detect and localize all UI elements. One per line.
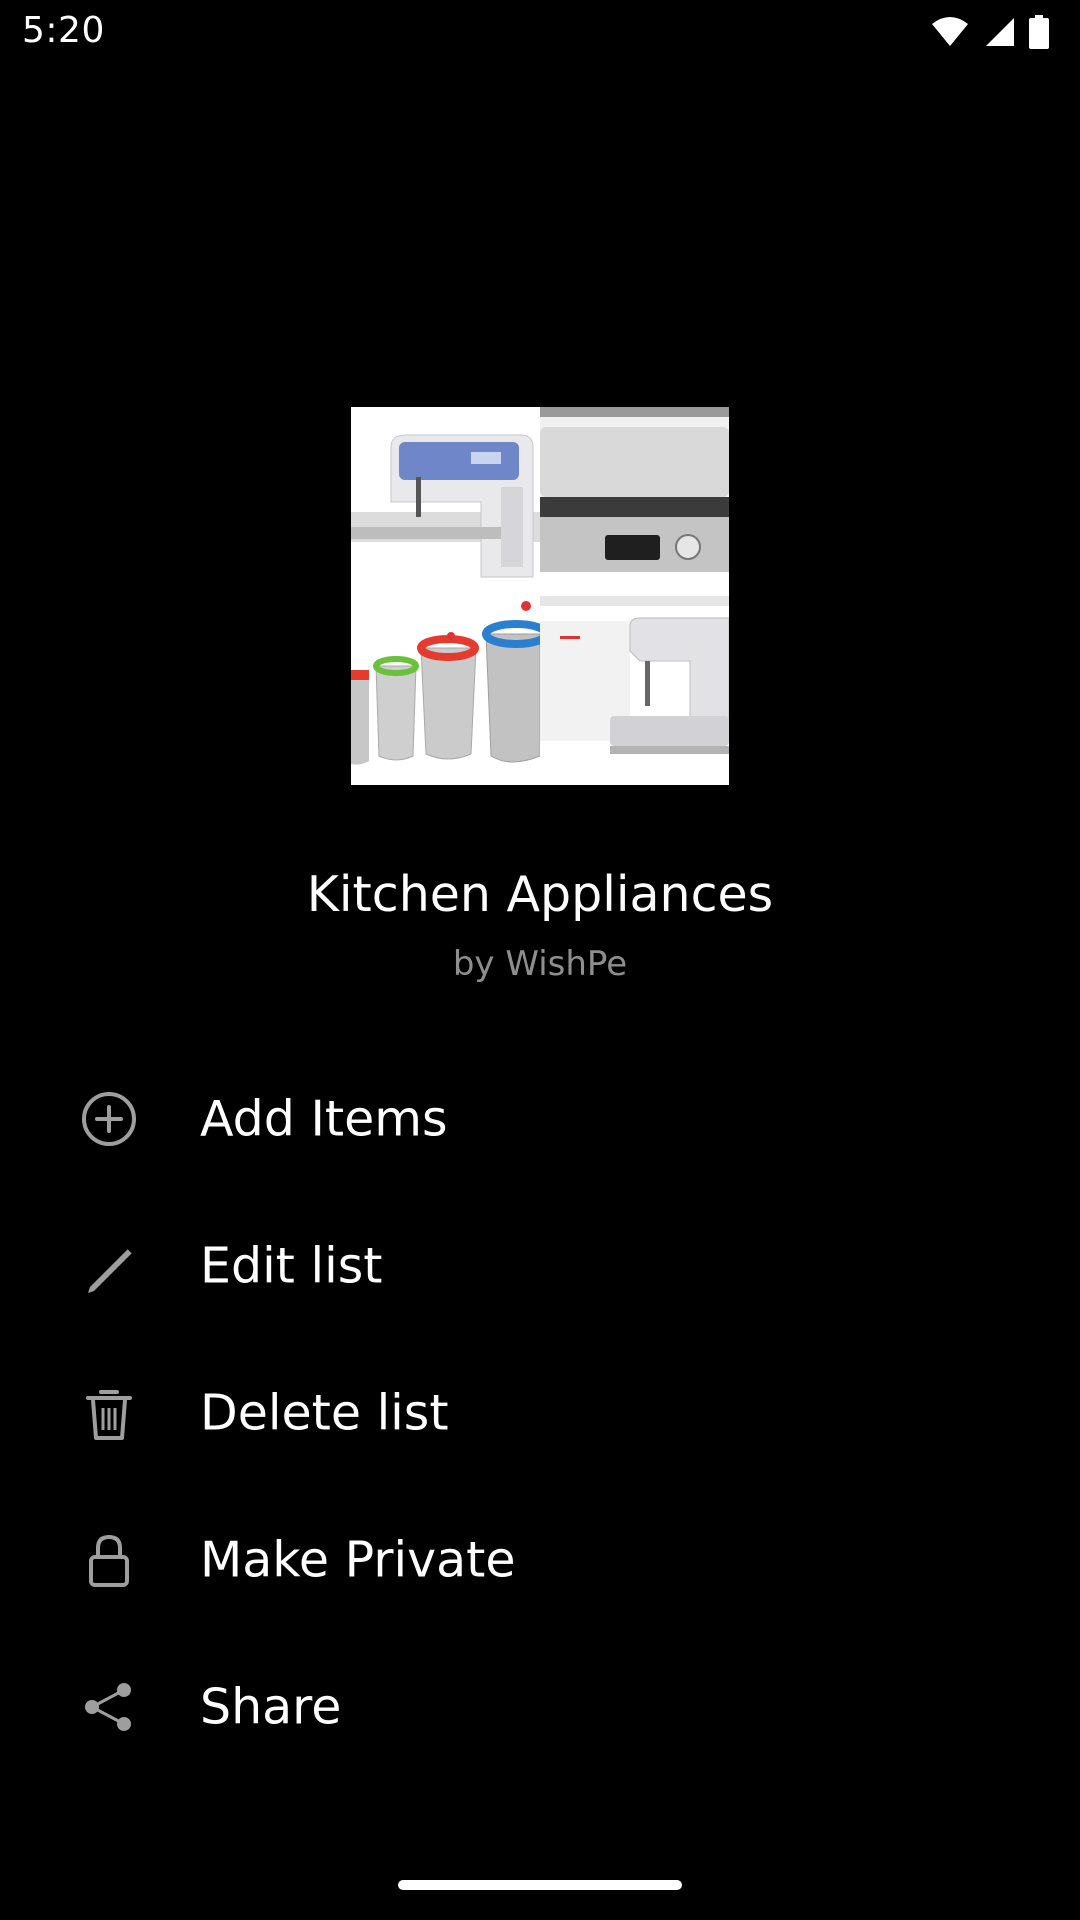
add-items-label: Add Items (200, 1090, 448, 1147)
list-cover-collage[interactable] (351, 407, 729, 785)
wifi-icon (930, 16, 970, 48)
share-button[interactable]: Share (0, 1633, 1080, 1780)
make-private-button[interactable]: Make Private (0, 1486, 1080, 1633)
pencil-icon (80, 1237, 138, 1295)
status-time: 5:20 (22, 10, 105, 51)
signal-icon (982, 16, 1016, 48)
delete-list-label: Delete list (200, 1384, 449, 1441)
grill-appliance-photo (540, 407, 729, 596)
lock-icon (80, 1531, 138, 1589)
status-bar: 5:20 (0, 0, 1080, 64)
edit-list-label: Edit list (200, 1237, 383, 1294)
edit-list-button[interactable]: Edit list (0, 1192, 1080, 1339)
list-options-menu: Add Items Edit list Delete list Make Pri… (0, 1045, 1080, 1780)
add-items-button[interactable]: Add Items (0, 1045, 1080, 1192)
list-owner: by WishPe (452, 944, 628, 984)
mesh-bags-photo (351, 596, 540, 785)
sewing-machine-photo (540, 596, 729, 785)
list-title: Kitchen Appliances (306, 866, 774, 923)
status-icons (930, 12, 1050, 52)
make-private-label: Make Private (200, 1531, 516, 1588)
add-circle-icon (80, 1090, 138, 1148)
delete-list-button[interactable]: Delete list (0, 1339, 1080, 1486)
share-label: Share (200, 1678, 342, 1735)
trash-icon (80, 1384, 138, 1442)
sewing-machine-photo (351, 407, 540, 596)
home-indicator[interactable] (398, 1880, 682, 1890)
share-icon (80, 1678, 138, 1736)
battery-icon (1028, 15, 1050, 49)
